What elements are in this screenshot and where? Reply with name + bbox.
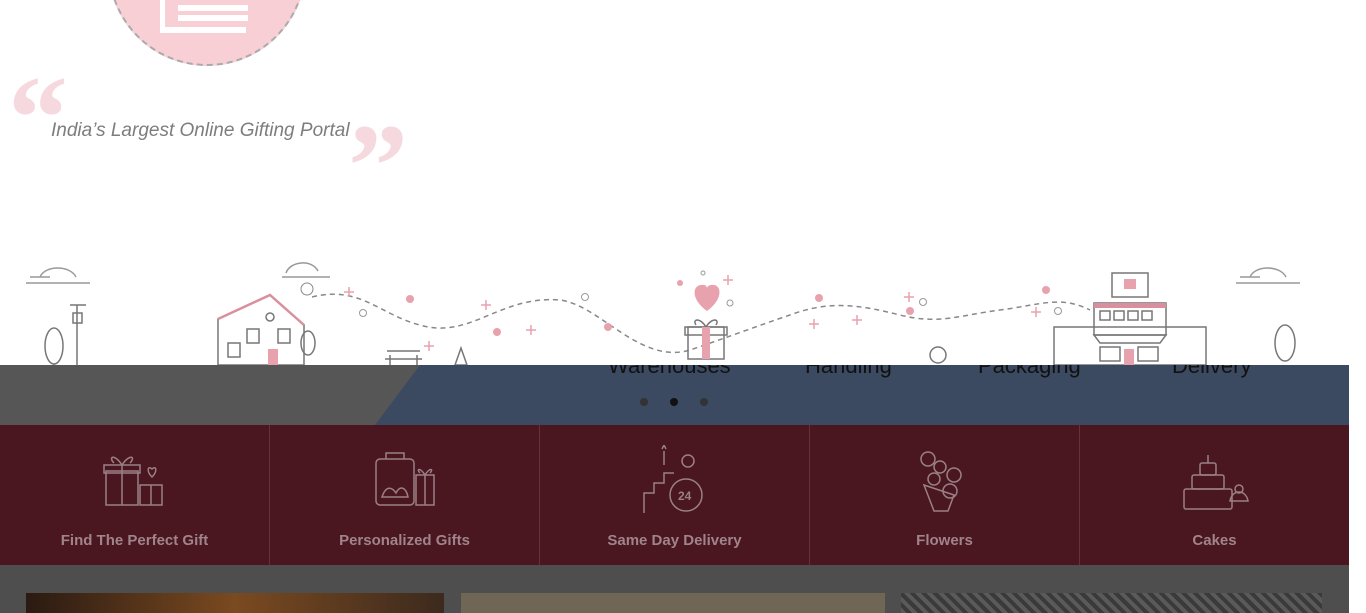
cake-icon <box>1182 455 1249 510</box>
delivery-journey-illustration <box>26 262 1300 365</box>
category-label: Cakes <box>1192 532 1237 549</box>
category-label: Find The Perfect Gift <box>60 532 209 549</box>
flowers-icon <box>919 451 962 512</box>
slider-dot-active[interactable] <box>670 398 678 406</box>
step-label-warehouses: Warehouses <box>608 365 731 378</box>
same-day-delivery-icon: 24 <box>642 445 703 513</box>
gift-icon <box>102 456 163 506</box>
slider-dots <box>640 398 708 406</box>
logo-icon <box>160 0 248 33</box>
category-label: Flowers <box>916 532 973 549</box>
slider-dot[interactable] <box>700 398 708 406</box>
slider-dot[interactable] <box>640 398 648 406</box>
category-label: Personalized Gifts <box>339 532 470 549</box>
category-label: Same Day Delivery <box>607 532 742 549</box>
svg-text:24: 24 <box>678 489 692 503</box>
featured-section <box>0 565 1349 613</box>
step-label-delivery: Delivery <box>1172 365 1252 378</box>
category-find-perfect-gift[interactable]: Find The Perfect Gift <box>0 425 270 565</box>
process-slider: Warehouses Handling Packaging Delivery <box>0 365 1349 425</box>
quote-open-icon: “ <box>8 51 68 184</box>
page-scrollbar-track[interactable] <box>1349 0 1366 613</box>
tagline: India’s Largest Online Gifting Portal <box>51 120 350 141</box>
featured-card-image[interactable] <box>461 593 885 613</box>
category-personalized-gifts[interactable]: Personalized Gifts <box>270 425 540 565</box>
category-flowers[interactable]: Flowers <box>810 425 1080 565</box>
step-label-packaging: Packaging <box>978 365 1081 378</box>
featured-card-image[interactable] <box>901 593 1322 613</box>
category-bar: Find The Perfect Gift Personalized Gifts… <box>0 425 1349 565</box>
overlay-panel: “ ” India’s Largest Online Gifting Porta… <box>0 0 1332 365</box>
quote-close-icon: ” <box>348 99 408 232</box>
personalized-gift-icon <box>374 452 435 506</box>
featured-card-image[interactable] <box>26 593 444 613</box>
step-label-handling: Handling <box>805 365 892 378</box>
category-same-day-delivery[interactable]: 24 Same Day Delivery <box>540 425 810 565</box>
category-cakes[interactable]: Cakes <box>1080 425 1349 565</box>
